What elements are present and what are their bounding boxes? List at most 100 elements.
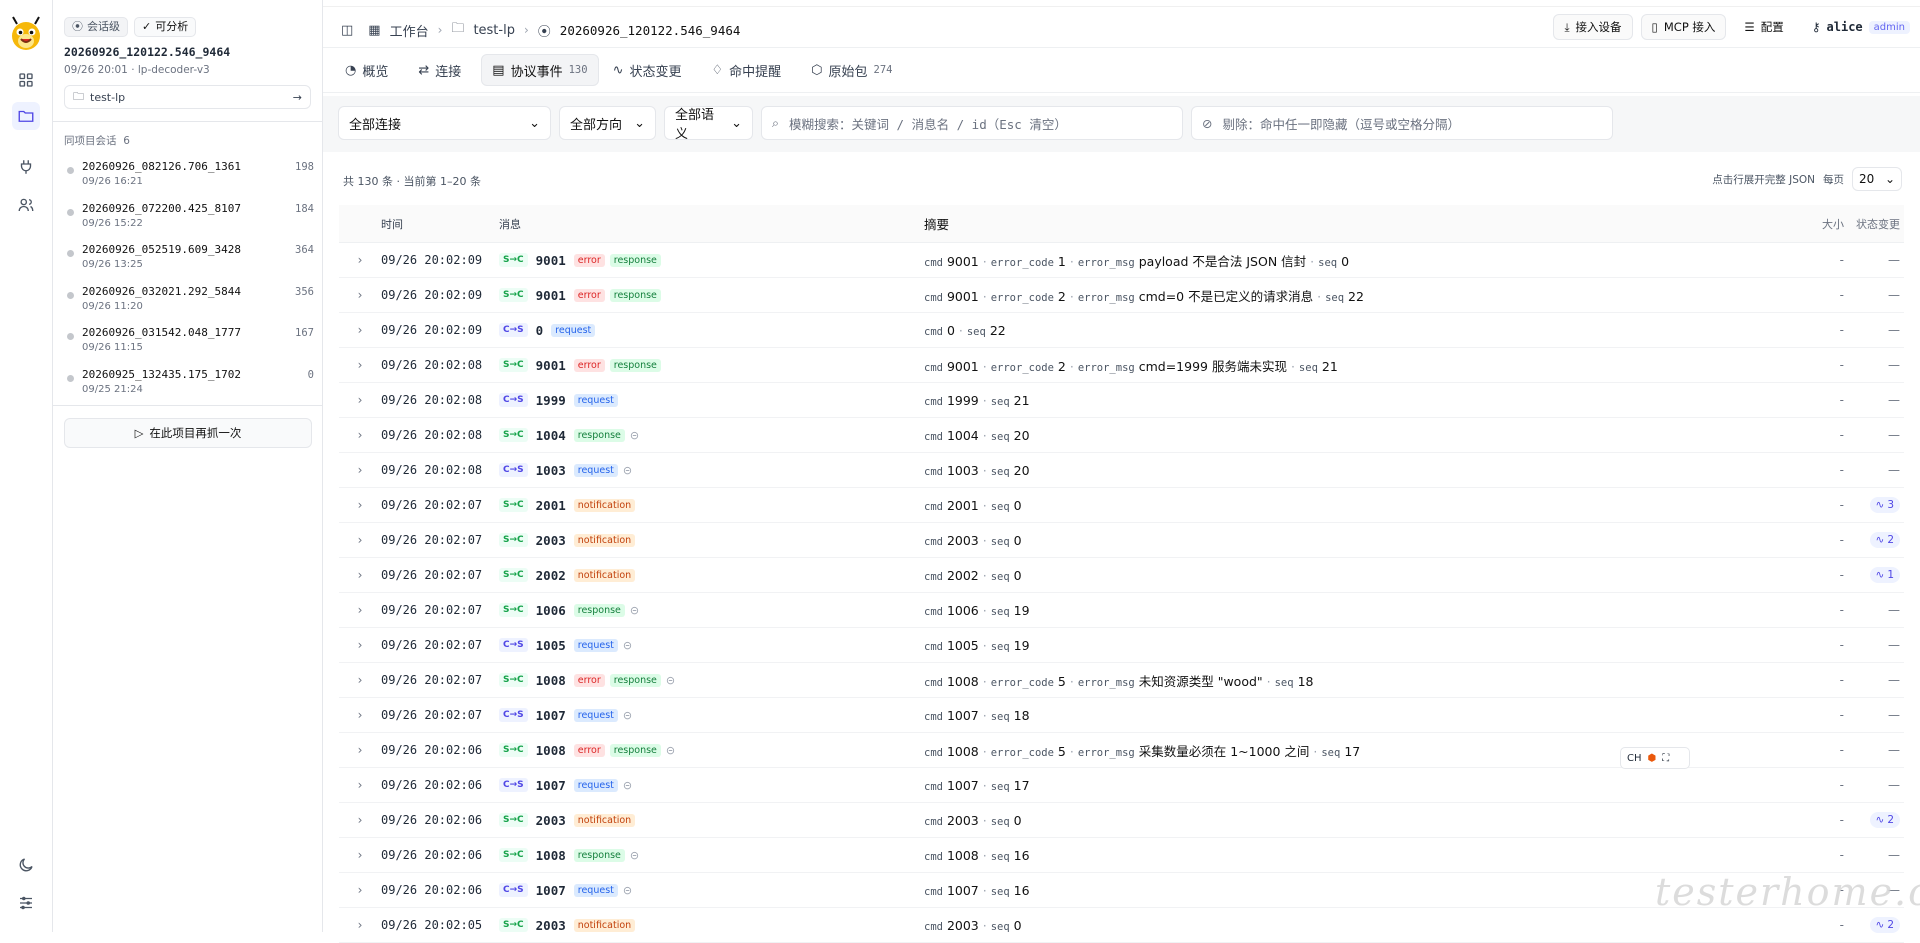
event-time: 09/26 20:02:07	[381, 603, 483, 617]
chevron-right-icon[interactable]: ›	[339, 358, 381, 372]
session-title: 20260926_120122.546_9464	[64, 45, 231, 59]
link-icon[interactable]: ⊝	[623, 779, 632, 792]
dark-mode-icon[interactable]	[12, 851, 40, 879]
link-icon[interactable]: ⊝	[623, 884, 632, 897]
session-list-item[interactable]: 20260926_032021.292_5844 09/26 11:20 356	[64, 282, 314, 316]
table-row[interactable]: › 09/26 20:02:09 C→S 0 request cmd 0 · se…	[339, 313, 1904, 348]
link-icon[interactable]: ⊝	[623, 639, 632, 652]
mcp-button[interactable]: ▯ MCP 接入	[1640, 14, 1727, 40]
chevron-right-icon[interactable]: ›	[339, 498, 381, 512]
table-row[interactable]: › 09/26 20:02:07 S→C 2002 notification cm…	[339, 558, 1904, 593]
folder-icon[interactable]	[12, 102, 40, 130]
chevron-right-icon[interactable]: ›	[339, 253, 381, 267]
chevron-right-icon[interactable]: ›	[339, 848, 381, 862]
chevron-right-icon[interactable]: ›	[339, 638, 381, 652]
table-row[interactable]: › 09/26 20:02:09 S→C 9001 error response c…	[339, 278, 1904, 313]
sidebar-toggle-icon[interactable]: ◫	[341, 23, 353, 38]
direction-select[interactable]: 全部方向 ⌄	[559, 106, 656, 140]
state-change-chip[interactable]: ∿ 3	[1869, 497, 1900, 513]
table-row[interactable]: › 09/26 20:02:07 C→S 1007 request ⊝ cmd 10…	[339, 698, 1904, 733]
state-empty: —	[1888, 288, 1900, 302]
session-list-item[interactable]: 20260926_031542.048_1777 09/26 11:15 167	[64, 323, 314, 357]
tab-raw-packets[interactable]: ⬡ 原始包 274	[801, 54, 902, 86]
session-sidebar: ⦿ 会话级 ✓ 可分析 20260926_120122.546_9464 09/26…	[53, 0, 323, 932]
chevron-right-icon[interactable]: ›	[339, 393, 381, 407]
users-icon[interactable]	[12, 191, 40, 219]
per-page-select[interactable]: 20 ⌄	[1852, 167, 1902, 191]
table-row[interactable]: › 09/26 20:02:08 C→S 1003 request ⊝ cmd 10…	[339, 453, 1904, 488]
message-cell: S→C 2003 notification	[499, 813, 924, 828]
session-list-item[interactable]: 20260925_132435.175_1702 09/25 21:24 0	[64, 365, 314, 399]
chevron-right-icon[interactable]: ›	[339, 533, 381, 547]
session-list-item[interactable]: 20260926_052519.609_3428 09/26 13:25 364	[64, 240, 314, 274]
user-menu[interactable]: ⚷ alice admin	[1802, 20, 1910, 34]
settings-sliders-icon[interactable]	[12, 889, 40, 917]
connection-select[interactable]: 全部连接 ⌄	[338, 106, 551, 140]
chevron-right-icon[interactable]: ›	[339, 463, 381, 477]
breadcrumb-project[interactable]: test-lp	[473, 23, 515, 38]
table-row[interactable]: › 09/26 20:02:08 S→C 9001 error response c…	[339, 348, 1904, 383]
table-row[interactable]: › 09/26 20:02:06 S→C 2003 notification cm…	[339, 803, 1904, 838]
summary-cell: cmd 1004 · seq 20	[924, 427, 1030, 443]
link-icon[interactable]: ⊝	[666, 744, 675, 757]
tag-response: response	[609, 358, 661, 372]
link-icon[interactable]: ⊝	[630, 604, 639, 617]
table-row[interactable]: › 09/26 20:02:07 S→C 1008 error response ⊝ …	[339, 663, 1904, 698]
summary-key: error_msg	[1077, 746, 1135, 759]
direction-badge: S→C	[499, 673, 528, 687]
chevron-right-icon[interactable]: ›	[339, 883, 381, 897]
tab-state-changes[interactable]: ∿ 状态变更	[603, 54, 698, 86]
semantic-select[interactable]: 全部语义 ⌄	[664, 106, 753, 142]
link-icon[interactable]: ⊝	[666, 674, 675, 687]
session-list-item[interactable]: 20260926_082126.706_1361 09/26 16:21 198	[64, 157, 314, 191]
chevron-right-icon[interactable]: ›	[339, 323, 381, 337]
tab-protocol-events[interactable]: ▤ 协议事件 130	[481, 54, 599, 86]
chevron-right-icon[interactable]: ›	[339, 743, 381, 757]
summary-cell: cmd 1007 · seq 17	[924, 777, 1030, 793]
summary-value: 18	[1297, 673, 1314, 689]
link-icon[interactable]: ⊝	[623, 464, 632, 477]
tab-connections[interactable]: ⇄ 连接	[408, 54, 477, 86]
link-icon[interactable]: ⊝	[630, 849, 639, 862]
table-row[interactable]: › 09/26 20:02:07 S→C 2003 notification cm…	[339, 523, 1904, 558]
tab-count: 274	[873, 64, 893, 76]
config-button[interactable]: ☰ 配置	[1734, 14, 1793, 40]
search-input[interactable]: ⌕ 模糊搜索：关键词 / 消息名 / id（Esc 清空）	[761, 106, 1183, 140]
chevron-right-icon[interactable]: ›	[339, 778, 381, 792]
exclude-input[interactable]: ⊘ 剔除：命中任一即隐藏（逗号或空格分隔）	[1191, 106, 1613, 140]
dashboard-icon[interactable]	[12, 66, 40, 94]
table-row[interactable]: › 09/26 20:02:09 S→C 9001 error response c…	[339, 243, 1904, 278]
ime-floating-toolbar[interactable]: CH ⬢ ⛶	[1620, 747, 1690, 769]
table-row[interactable]: › 09/26 20:02:06 C→S 1007 request ⊝ cmd 10…	[339, 768, 1904, 803]
tab-hit-alerts[interactable]: ♢ 命中提醒	[701, 54, 797, 86]
table-row[interactable]: › 09/26 20:02:08 C→S 1999 request cmd 199…	[339, 383, 1904, 418]
chevron-right-icon[interactable]: ›	[339, 568, 381, 582]
state-change-chip[interactable]: ∿ 1	[1869, 567, 1900, 583]
link-icon[interactable]: ⊝	[630, 429, 639, 442]
chevron-right-icon[interactable]: ›	[339, 708, 381, 722]
chevron-right-icon[interactable]: ›	[339, 813, 381, 827]
app-logo[interactable]	[9, 15, 43, 51]
session-list-item[interactable]: 20260926_072200.425_8107 09/26 15:22 184	[64, 199, 314, 233]
table-row[interactable]: › 09/26 20:02:08 S→C 1004 response ⊝ cmd 1…	[339, 418, 1904, 453]
chevron-right-icon[interactable]: ›	[339, 673, 381, 687]
breadcrumb-workspace[interactable]: 工作台	[390, 21, 429, 40]
state-change-chip[interactable]: ∿ 2	[1869, 917, 1900, 933]
summary-value: 0	[1341, 253, 1350, 269]
chevron-right-icon[interactable]: ›	[339, 603, 381, 617]
table-row[interactable]: › 09/26 20:02:07 S→C 1006 response ⊝ cmd 1…	[339, 593, 1904, 628]
chevron-right-icon[interactable]: ›	[339, 918, 381, 932]
tab-overview[interactable]: ◔ 概览	[335, 54, 404, 86]
link-icon[interactable]: ⊝	[623, 709, 632, 722]
recapture-button[interactable]: ▷ 在此项目再抓一次	[64, 418, 312, 448]
state-change-chip[interactable]: ∿ 2	[1869, 532, 1900, 548]
chevron-right-icon[interactable]: ›	[339, 428, 381, 442]
project-link-button[interactable]: 🗀 test-lp →	[64, 85, 311, 109]
state-change-chip[interactable]: ∿ 2	[1869, 812, 1900, 828]
plug-icon[interactable]	[12, 153, 40, 181]
connect-device-button[interactable]: ⤓ 接入设备	[1553, 14, 1633, 40]
chevron-right-icon[interactable]: ›	[339, 288, 381, 302]
table-row[interactable]: › 09/26 20:02:07 C→S 1005 request ⊝ cmd 10…	[339, 628, 1904, 663]
table-row[interactable]: › 09/26 20:02:07 S→C 2001 notification cm…	[339, 488, 1904, 523]
table-row[interactable]: › 09/26 20:02:06 S→C 1008 response ⊝ cmd 1…	[339, 838, 1904, 873]
